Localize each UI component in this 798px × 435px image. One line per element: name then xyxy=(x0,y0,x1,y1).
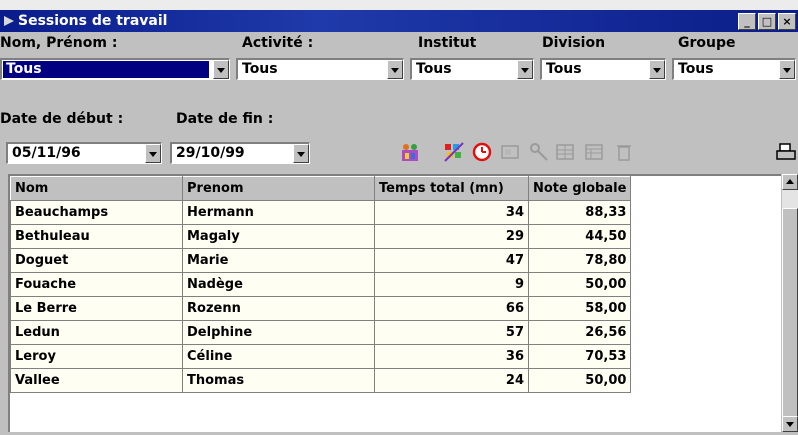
table-row[interactable]: Leroy Céline 36 70,53 xyxy=(10,344,632,369)
table-header-row: Nom Prenom Temps total (mn) Note globale xyxy=(10,176,632,201)
cell-note[interactable]: 58,00 xyxy=(527,296,632,321)
institut-label: Institut xyxy=(418,35,477,51)
date-fin-label: Date de fin : xyxy=(176,111,274,127)
cell-nom[interactable]: Bethuleau xyxy=(10,224,183,249)
key-icon[interactable] xyxy=(527,140,551,164)
date-debut-select[interactable]: 05/11/96 xyxy=(6,142,162,164)
chevron-down-icon[interactable] xyxy=(649,60,665,79)
scroll-up-button[interactable] xyxy=(782,174,798,190)
nom-prenom-value: Tous xyxy=(3,61,209,78)
chart-icon[interactable] xyxy=(442,140,466,164)
minimize-button[interactable]: _ xyxy=(738,13,756,30)
cell-temps[interactable]: 24 xyxy=(374,368,529,393)
chevron-down-icon[interactable] xyxy=(517,60,533,79)
window-title: Sessions de travail xyxy=(18,13,168,29)
cell-nom[interactable]: Vallee xyxy=(10,368,183,393)
cell-nom[interactable]: Fouache xyxy=(10,272,183,297)
activite-value: Tous xyxy=(242,61,278,77)
date-fin-select[interactable]: 29/10/99 xyxy=(170,142,310,164)
window-controls: _ □ × xyxy=(738,13,796,30)
scroll-down-button[interactable] xyxy=(782,416,798,432)
column-header-temps-total[interactable]: Temps total (mn) xyxy=(374,176,529,201)
cell-prenom[interactable]: Magaly xyxy=(182,224,375,249)
division-label: Division xyxy=(542,35,606,51)
chevron-down-icon[interactable] xyxy=(145,144,161,163)
groupe-label: Groupe xyxy=(678,35,736,51)
cell-temps[interactable]: 34 xyxy=(374,200,529,225)
cell-prenom[interactable]: Thomas xyxy=(182,368,375,393)
cell-nom[interactable]: Le Berre xyxy=(10,296,183,321)
vertical-scrollbar[interactable] xyxy=(781,174,798,432)
cell-note[interactable]: 44,50 xyxy=(527,224,632,249)
table-row[interactable]: Doguet Marie 47 78,80 xyxy=(10,248,632,273)
cell-prenom[interactable]: Marie xyxy=(182,248,375,273)
cell-temps[interactable]: 9 xyxy=(374,272,529,297)
table-row[interactable]: Ledun Delphine 57 26,56 xyxy=(10,320,632,345)
cell-prenom[interactable]: Nadège xyxy=(182,272,375,297)
table-row[interactable]: Bethuleau Magaly 29 44,50 xyxy=(10,224,632,249)
division-value: Tous xyxy=(546,61,582,77)
cell-prenom[interactable]: Rozenn xyxy=(182,296,375,321)
close-button[interactable]: × xyxy=(778,13,796,30)
window-icon xyxy=(4,16,14,26)
chevron-down-icon[interactable] xyxy=(213,60,229,79)
maximize-button[interactable]: □ xyxy=(758,13,776,30)
table-row[interactable]: Vallee Thomas 24 50,00 xyxy=(10,368,632,393)
cell-nom[interactable]: Ledun xyxy=(10,320,183,345)
cell-note[interactable]: 70,53 xyxy=(527,344,632,369)
cell-temps[interactable]: 57 xyxy=(374,320,529,345)
nom-prenom-label: Nom, Prénom : xyxy=(0,35,118,51)
cell-temps[interactable]: 36 xyxy=(374,344,529,369)
layout-icon[interactable] xyxy=(582,140,606,164)
cell-temps[interactable]: 29 xyxy=(374,224,529,249)
nom-prenom-select[interactable]: Tous xyxy=(0,58,230,80)
cell-temps[interactable]: 66 xyxy=(374,296,529,321)
cell-prenom[interactable]: Hermann xyxy=(182,200,375,225)
clock-icon[interactable] xyxy=(470,140,494,164)
cell-prenom[interactable]: Céline xyxy=(182,344,375,369)
table-icon[interactable] xyxy=(553,140,577,164)
chevron-down-icon[interactable] xyxy=(387,60,403,79)
table-row[interactable]: Beauchamps Hermann 34 88,33 xyxy=(10,200,632,225)
cell-note[interactable]: 78,80 xyxy=(527,248,632,273)
cell-prenom[interactable]: Delphine xyxy=(182,320,375,345)
groupe-select[interactable]: Tous xyxy=(672,58,796,80)
people-icon[interactable] xyxy=(398,140,422,164)
print-icon[interactable] xyxy=(774,140,798,164)
chevron-down-icon xyxy=(786,422,794,427)
institut-value: Tous xyxy=(416,61,452,77)
grid-icon[interactable] xyxy=(498,140,522,164)
date-debut-value: 05/11/96 xyxy=(12,145,81,161)
cell-note[interactable]: 26,56 xyxy=(527,320,632,345)
table-row[interactable]: Le Berre Rozenn 66 58,00 xyxy=(10,296,632,321)
chevron-down-icon[interactable] xyxy=(293,144,309,163)
column-header-nom[interactable]: Nom xyxy=(10,176,183,201)
cell-nom[interactable]: Leroy xyxy=(10,344,183,369)
cell-note[interactable]: 50,00 xyxy=(527,272,632,297)
division-select[interactable]: Tous xyxy=(540,58,666,80)
date-fin-value: 29/10/99 xyxy=(176,145,245,161)
scrollbar-thumb[interactable] xyxy=(782,208,798,418)
activite-label: Activité : xyxy=(242,35,314,51)
sessions-table[interactable]: Nom Prenom Temps total (mn) Note globale… xyxy=(8,174,785,432)
cell-note[interactable]: 50,00 xyxy=(527,368,632,393)
column-header-note-globale[interactable]: Note globale xyxy=(527,176,632,201)
date-debut-label: Date de début : xyxy=(0,111,124,127)
cell-nom[interactable]: Doguet xyxy=(10,248,183,273)
table-row[interactable]: Fouache Nadège 9 50,00 xyxy=(10,272,632,297)
chevron-up-icon xyxy=(786,179,794,184)
window-titlebar[interactable]: Sessions de travail _ □ × xyxy=(0,10,798,32)
institut-select[interactable]: Tous xyxy=(410,58,534,80)
background-strip xyxy=(0,0,798,10)
cell-note[interactable]: 88,33 xyxy=(527,200,632,225)
cell-nom[interactable]: Beauchamps xyxy=(10,200,183,225)
trash-icon[interactable] xyxy=(612,140,636,164)
column-header-prenom[interactable]: Prenom xyxy=(182,176,375,201)
activite-select[interactable]: Tous xyxy=(236,58,404,80)
cell-temps[interactable]: 47 xyxy=(374,248,529,273)
chevron-down-icon[interactable] xyxy=(779,60,795,79)
groupe-value: Tous xyxy=(678,61,714,77)
